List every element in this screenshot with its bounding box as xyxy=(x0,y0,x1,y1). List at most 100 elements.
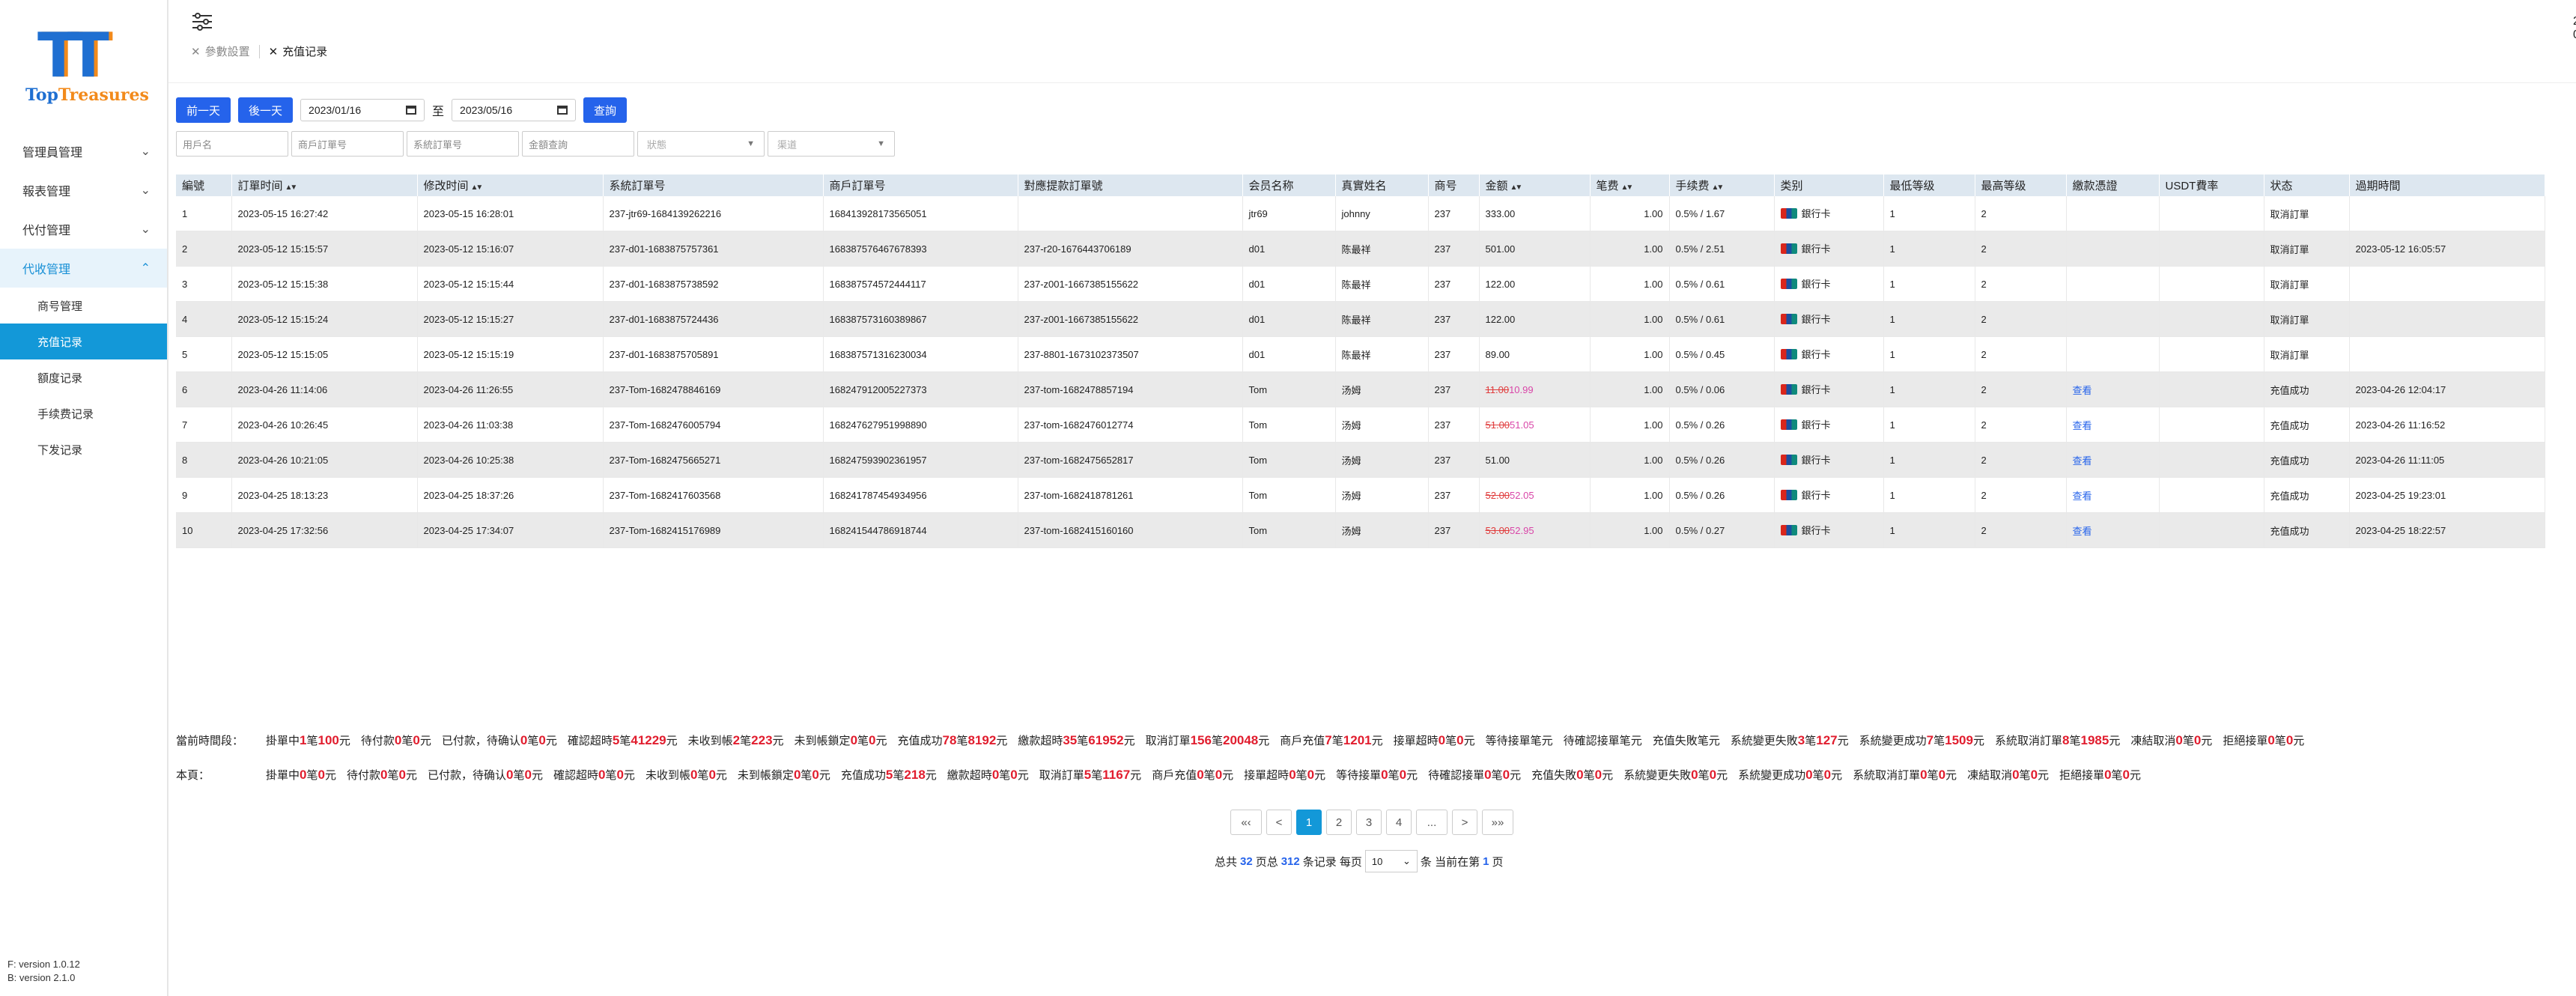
page-2-button[interactable]: 2 xyxy=(1326,810,1352,835)
merchant-order-input[interactable]: 商戶訂單号 xyxy=(291,131,404,157)
summary-mid: 笔 xyxy=(1331,735,1343,747)
summary-mid: 笔 xyxy=(1698,769,1710,782)
per-page-value: 10 xyxy=(1371,855,1383,867)
view-voucher-link[interactable]: 查看 xyxy=(2073,385,2092,396)
sidebar-item-reports[interactable]: 報表管理 ⌄ xyxy=(0,171,167,210)
cell-shop: 237 xyxy=(1428,301,1480,337)
cell-voucher: 查看 xyxy=(2066,477,2160,513)
calendar-icon[interactable] xyxy=(406,106,417,115)
sort-icon[interactable]: ▲▼ xyxy=(471,183,484,192)
query-button[interactable]: 查詢 xyxy=(583,97,628,123)
cell-shop: 237 xyxy=(1428,512,1480,548)
sidebar-subitem-recharge[interactable]: 充值记录 xyxy=(0,324,167,359)
sort-icon[interactable]: ▲▼ xyxy=(1712,183,1725,192)
cell-min-level: 1 xyxy=(1883,301,1975,337)
summary-item: 接單超時0笔0元 xyxy=(1394,732,1475,748)
close-icon[interactable]: ✕ xyxy=(269,45,279,58)
adjusted-amount: 51.05 xyxy=(1510,419,1534,431)
cell-shop: 237 xyxy=(1428,442,1480,478)
channel-select[interactable]: 渠道 ▼ xyxy=(768,131,895,157)
cell-merchant-order: 168241544786918744 xyxy=(823,512,1018,548)
summary-pre: 取消訂單 xyxy=(1039,769,1084,782)
chevron-down-icon: ⌄ xyxy=(140,145,151,158)
column-header: USDT費率 xyxy=(2159,174,2264,196)
sidebar-subitem-payouts[interactable]: 下发记录 xyxy=(0,431,167,467)
view-voucher-link[interactable]: 查看 xyxy=(2073,526,2092,537)
summary-suf: 元 xyxy=(1258,735,1270,747)
pager-nav-button[interactable]: «‹ xyxy=(1230,810,1262,835)
calendar-icon[interactable] xyxy=(557,106,568,115)
summary-count: 0 xyxy=(520,733,528,747)
chevron-down-icon: ⌄ xyxy=(140,223,151,236)
cell-merchant-order: 168387571316230034 xyxy=(823,336,1018,372)
sidebar-item-admin[interactable]: 管理員管理 ⌄ xyxy=(0,132,167,171)
column-header[interactable]: 笔费 ▲▼ xyxy=(1590,174,1670,196)
summary-suf: 元 xyxy=(2293,735,2305,747)
cell-status: 充值成功 xyxy=(2264,442,2350,478)
column-header: 商戶訂單号 xyxy=(823,174,1018,196)
view-voucher-link[interactable]: 查看 xyxy=(2073,491,2092,502)
summary-pre: 系統變更失敗 xyxy=(1730,735,1798,747)
table-header-row: 編號 訂單时间 ▲▼ 修改时间 ▲▼ 系統訂單号 商戶訂單号 對應提款訂單號 会员名称 真實姓名商… xyxy=(176,174,2545,196)
cell-fee: 1.00 xyxy=(1590,231,1670,267)
summary-item: 已付款，待确认0笔0元 xyxy=(442,732,557,748)
pager-nav-button[interactable]: < xyxy=(1266,810,1292,835)
cell-member: Tom xyxy=(1242,442,1336,478)
cell-service-fee: 0.5% / 0.61 xyxy=(1669,301,1775,337)
end-date-input[interactable]: 2023/05/16 xyxy=(452,99,577,121)
pager-nav-button[interactable]: > xyxy=(1452,810,1477,835)
column-header[interactable]: 金额 ▲▼ xyxy=(1479,174,1591,196)
amount-input[interactable]: 金額查詢 xyxy=(522,131,634,157)
per-page-select[interactable]: 10 ⌄ xyxy=(1364,850,1418,872)
summary-item: 系統變更失敗0笔0元 xyxy=(1623,767,1728,783)
sort-icon[interactable]: ▲▼ xyxy=(285,183,298,192)
page-4-button[interactable]: 4 xyxy=(1386,810,1412,835)
summary-mid: 笔 xyxy=(513,769,525,782)
column-header: 系統訂單号 xyxy=(603,174,824,196)
page-1-button[interactable]: 1 xyxy=(1296,810,1322,835)
pager-nav-button[interactable]: ... xyxy=(1416,810,1448,835)
column-header[interactable]: 修改时间 ▲▼ xyxy=(417,174,604,196)
summary-amount: 1985 xyxy=(2080,733,2109,747)
page-3-button[interactable]: 3 xyxy=(1356,810,1382,835)
summary-amount: 218 xyxy=(904,768,926,782)
cell-sys-order: 237-d01-1683875705891 xyxy=(603,336,824,372)
sort-icon[interactable]: ▲▼ xyxy=(1510,183,1523,192)
settings-sliders-icon[interactable] xyxy=(191,12,213,31)
sidebar-subitem-quota[interactable]: 額度记录 xyxy=(0,359,167,395)
system-order-input[interactable]: 系統訂單号 xyxy=(407,131,519,157)
sidebar-subitem-merchants[interactable]: 商号管理 xyxy=(0,288,167,324)
tab-recharge[interactable]: ✕ 充值记录 xyxy=(260,43,337,59)
summary-amount: 0 xyxy=(1307,768,1315,782)
tab-params[interactable]: ✕ 參數設置 xyxy=(182,43,259,59)
cell-voucher: 查看 xyxy=(2066,371,2160,407)
unionpay-icon xyxy=(1780,243,1797,254)
prev-day-button[interactable]: 前一天 xyxy=(176,97,231,123)
sort-icon[interactable]: ▲▼ xyxy=(1621,183,1634,192)
cell-sys-order: 237-jtr69-1684139262216 xyxy=(603,196,824,231)
adjusted-amount: 52.95 xyxy=(1510,524,1534,536)
summary-item: 凍結取消0笔0元 xyxy=(1967,767,2049,783)
view-voucher-link[interactable]: 查看 xyxy=(2073,420,2092,431)
cell-type: 銀行卡 xyxy=(1774,231,1884,267)
orders-table: 編號 訂單时间 ▲▼ 修改时间 ▲▼ 系統訂單号 商戶訂單号 對應提款訂單號 会员名称 真實姓名商… xyxy=(176,174,2545,548)
view-voucher-link[interactable]: 查看 xyxy=(2073,455,2092,467)
sidebar-item-label: 代付管理 xyxy=(22,225,71,237)
close-icon[interactable]: ✕ xyxy=(191,45,201,58)
next-day-button[interactable]: 後一天 xyxy=(238,97,294,123)
bank-card-type: 銀行卡 xyxy=(1780,276,1831,291)
column-header[interactable]: 手续费 ▲▼ xyxy=(1669,174,1775,196)
cell-voucher xyxy=(2066,301,2160,337)
column-header-label: 過期時間 xyxy=(2355,180,2401,192)
username-input[interactable]: 用戶名 xyxy=(176,131,288,157)
start-date-input[interactable]: 2023/01/16 xyxy=(300,99,425,121)
column-header[interactable]: 訂單时间 ▲▼ xyxy=(231,174,418,196)
sidebar-subitem-fees[interactable]: 手续费记录 xyxy=(0,395,167,431)
status-select[interactable]: 狀態 ▼ xyxy=(637,131,765,157)
summary-count: 0 xyxy=(1691,768,1698,782)
sidebar-item-collection[interactable]: 代收管理 ⌃ xyxy=(0,249,167,288)
sidebar-item-payout[interactable]: 代付管理 ⌄ xyxy=(0,210,167,249)
pager-nav-button[interactable]: »» xyxy=(1482,810,1513,835)
column-header-label: 修改时间 xyxy=(423,180,469,192)
cell-withdraw-order: 237-8801-1673102373507 xyxy=(1018,336,1243,372)
